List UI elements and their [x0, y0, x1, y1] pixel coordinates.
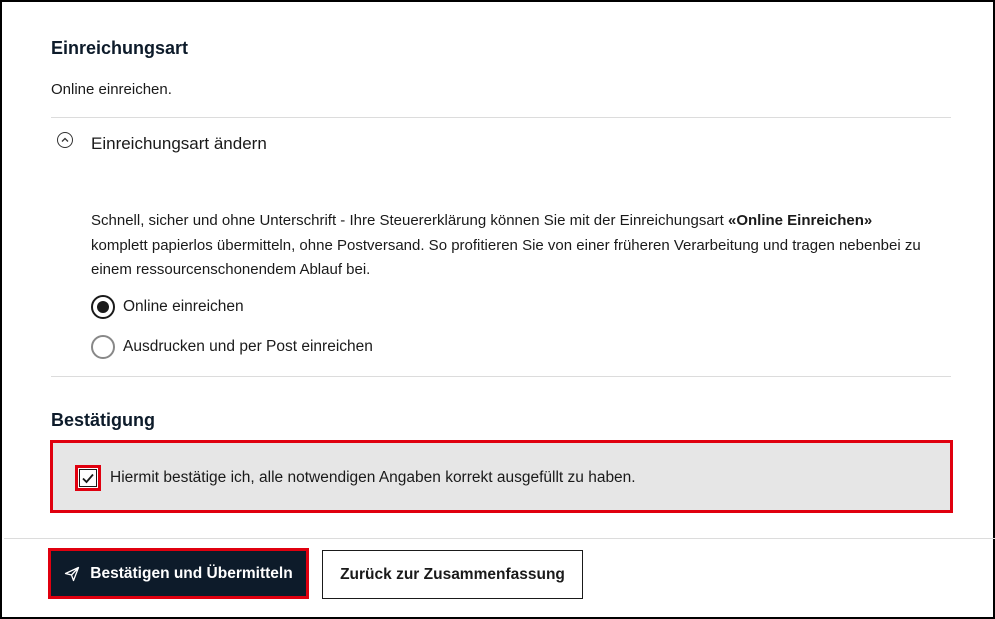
description-text-2: komplett papierlos übermitteln, ohne Pos…: [91, 236, 921, 279]
confirm-and-submit-button[interactable]: Bestätigen und Übermitteln: [48, 548, 309, 599]
chevron-up-circle-icon: [57, 132, 73, 148]
divider: [51, 376, 951, 377]
confirmation-checkbox-label: Hiermit bestätige ich, alle notwendigen …: [110, 469, 636, 486]
confirmation-box: Hiermit bestätige ich, alle notwendigen …: [50, 440, 953, 513]
change-submission-type-toggle[interactable]: Einreichungsart ändern: [57, 132, 267, 154]
radio-button-online[interactable]: [91, 295, 115, 319]
back-to-summary-button[interactable]: Zurück zur Zusammenfassung: [322, 550, 583, 599]
accordion-label: Einreichungsart ändern: [91, 134, 267, 153]
confirmation-heading: Bestätigung: [51, 410, 156, 430]
confirmation-checkbox[interactable]: [79, 469, 97, 487]
radio-option-online[interactable]: Online einreichen: [91, 295, 244, 319]
description-text-1: Schnell, sicher und ohne Unterschrift - …: [91, 212, 728, 229]
radio-option-post[interactable]: Ausdrucken und per Post einreichen: [91, 335, 373, 359]
radio-button-post[interactable]: [91, 335, 115, 359]
radio-label-online: Online einreichen: [123, 298, 244, 315]
confirm-and-submit-label: Bestätigen und Übermitteln: [90, 564, 293, 582]
description-highlight: «Online Einreichen»: [728, 212, 873, 229]
back-to-summary-label: Zurück zur Zusammenfassung: [340, 565, 565, 583]
confirmation-checkbox-highlight[interactable]: [75, 465, 101, 491]
radio-dot: [97, 301, 109, 313]
submission-description: Schnell, sicher und ohne Unterschrift - …: [91, 209, 921, 283]
checkmark-icon: [82, 473, 94, 484]
submission-current-value: Online einreichen.: [51, 81, 172, 98]
page-frame: Einreichungsart Online einreichen. Einre…: [0, 0, 995, 619]
footer-divider: [4, 538, 995, 539]
submission-type-heading: Einreichungsart: [51, 38, 189, 58]
radio-label-post: Ausdrucken und per Post einreichen: [123, 338, 373, 355]
send-icon: [64, 566, 80, 582]
divider: [51, 117, 951, 118]
